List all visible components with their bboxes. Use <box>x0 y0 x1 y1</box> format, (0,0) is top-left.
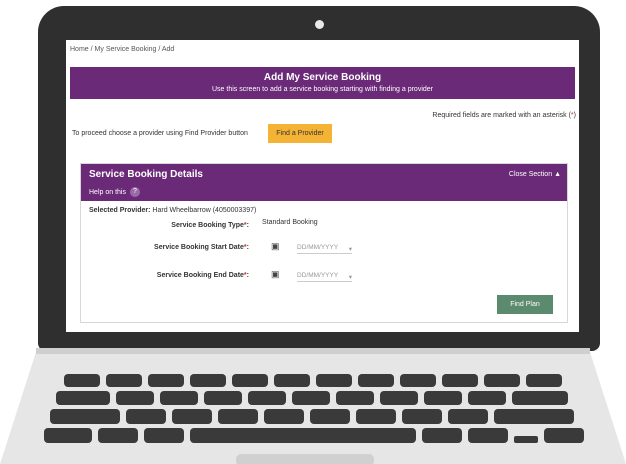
breadcrumb-current: Add <box>161 46 175 53</box>
proceed-text: To proceed choose a provider using Find … <box>72 130 248 137</box>
page-header: Add My Service Booking Use this screen t… <box>70 67 575 99</box>
required-notice: Required fields are marked with an aster… <box>432 112 576 119</box>
find-plan-button[interactable]: Find Plan <box>497 295 553 314</box>
breadcrumb: Home / My Service Booking / Add <box>70 46 175 53</box>
calendar-icon[interactable]: ▣ <box>271 269 280 280</box>
camera-icon <box>315 20 324 29</box>
end-date-label: Service Booking End Date*: <box>156 272 249 279</box>
section-header: Service Booking Details Help on this ? C… <box>81 164 567 201</box>
section-title: Service Booking Details <box>89 169 203 180</box>
page-subtitle: Use this screen to add a service booking… <box>211 86 433 93</box>
booking-type-value: Standard Booking <box>262 219 318 226</box>
find-provider-button[interactable]: Find a Provider <box>268 124 332 143</box>
calendar-icon[interactable]: ▣ <box>271 241 280 252</box>
start-date-label: Service Booking Start Date*: <box>154 244 249 251</box>
breadcrumb-home[interactable]: Home <box>70 46 89 53</box>
close-section-button[interactable]: Close Section ▲ <box>509 171 561 178</box>
selected-provider: Selected Provider: Hard Wheelbarrow (405… <box>89 207 257 214</box>
help-icon[interactable]: ? <box>129 187 140 197</box>
booking-type-label: Service Booking Type*: <box>171 222 249 229</box>
chevron-down-icon: ▾ <box>348 246 352 253</box>
service-booking-section: Service Booking Details Help on this ? C… <box>80 163 568 323</box>
screen: Home / My Service Booking / Add Add My S… <box>66 40 579 332</box>
chevron-down-icon: ▾ <box>348 274 352 281</box>
page-title: Add My Service Booking <box>263 72 382 83</box>
start-date-input[interactable]: DD/MM/YYYY ▾ <box>297 244 352 254</box>
laptop-keyboard-base <box>0 348 626 464</box>
breadcrumb-service[interactable]: My Service Booking <box>95 46 157 53</box>
chevron-up-icon: ▲ <box>554 171 561 178</box>
end-date-input[interactable]: DD/MM/YYYY ▾ <box>297 272 352 282</box>
help-link[interactable]: Help on this ? <box>89 187 140 197</box>
